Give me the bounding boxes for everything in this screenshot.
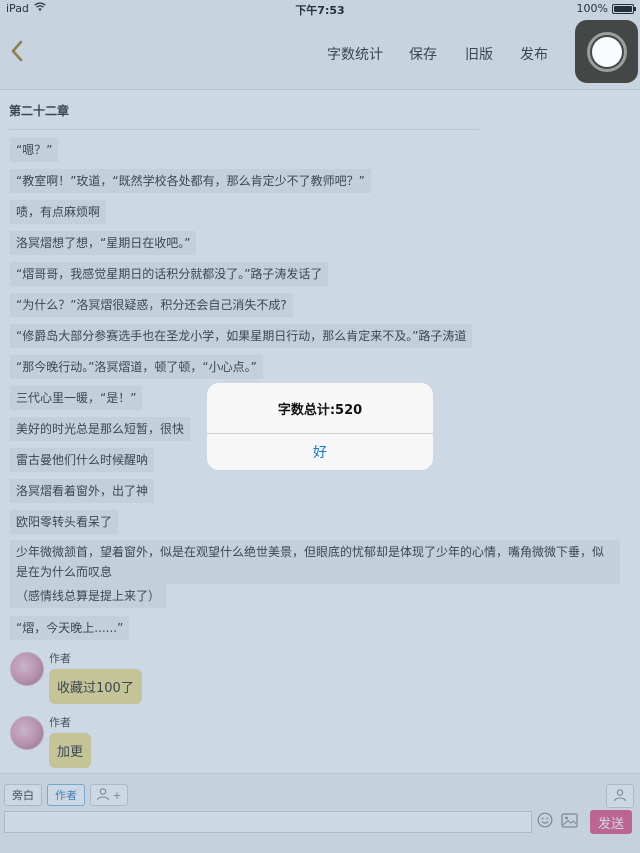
alert-title: 字数总计:520 xyxy=(277,403,363,418)
word-count-alert: 字数总计:520 好 xyxy=(207,383,433,470)
alert-ok-button[interactable]: 好 xyxy=(207,434,433,470)
assistive-touch-button[interactable] xyxy=(575,20,638,83)
assistive-touch-icon xyxy=(586,31,627,72)
